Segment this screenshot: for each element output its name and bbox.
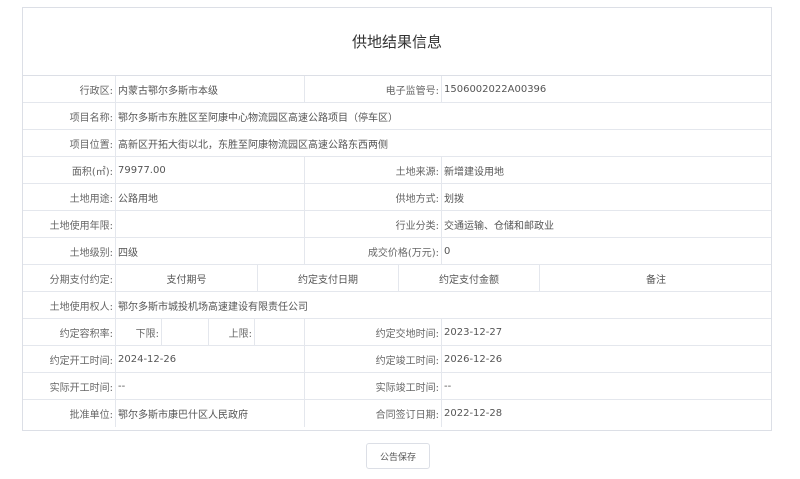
row-district: 行政区: 内蒙古鄂尔多斯市本级 电子监管号: 1506002022A00396 — [23, 76, 771, 103]
handover-label: 约定交地时间: — [375, 328, 439, 340]
approver-value: 鄂尔多斯市康巴什区人民政府 — [118, 410, 248, 421]
area-value: 79977.00 — [118, 164, 166, 176]
deal-price-label: 成交价格(万元): — [367, 247, 439, 259]
row-project-location: 项目位置: 高新区开拓大街以北，东胜至阿康物流园区高速公路东西两侧 — [23, 130, 771, 157]
lower-limit-value — [162, 319, 208, 345]
project-location-value: 高新区开拓大街以北，东胜至阿康物流园区高速公路东西两侧 — [118, 139, 388, 151]
row-use-term: 土地使用年限: 行业分类: 交通运输、仓储和邮政业 — [23, 211, 771, 238]
row-approver: 批准单位: 鄂尔多斯市康巴什区人民政府 合同签订日期: 2022-12-28 — [23, 400, 771, 427]
land-use-value: 公路用地 — [118, 193, 158, 205]
row-land-grade: 土地级别: 四级 成交价格(万元): 0 — [23, 238, 771, 265]
row-land-user: 土地使用权人: 鄂尔多斯市城投机场高速建设有限责任公司 — [23, 292, 771, 319]
project-name-value: 鄂尔多斯市东胜区至阿康中心物流园区高速公路项目（停车区） — [118, 112, 398, 124]
complete-label: 约定竣工时间: — [375, 355, 439, 367]
installment-label: 分期支付约定: — [49, 274, 113, 286]
page-title: 供地结果信息 — [23, 8, 771, 76]
land-grade-value: 四级 — [118, 247, 138, 259]
start-label: 约定开工时间: — [49, 355, 113, 367]
supply-method-label: 供地方式: — [395, 193, 439, 205]
start-value: 2024-12-26 — [118, 353, 177, 365]
area-label: 面积(㎡): — [71, 166, 113, 178]
actual-complete-label: 实际竣工时间: — [375, 382, 439, 394]
supervision-no-label: 电子监管号: — [385, 85, 439, 97]
land-grade-label: 土地级别: — [69, 247, 113, 259]
installment-header-remark: 备注 — [646, 274, 666, 286]
actual-complete-value: -- — [444, 380, 452, 392]
actual-start-value: -- — [118, 380, 126, 392]
supply-method-value: 划拨 — [444, 193, 464, 205]
row-start-date: 约定开工时间: 2024-12-26 约定竣工时间: 2026-12-26 — [23, 346, 771, 373]
row-plot-ratio: 约定容积率: 下限: 上限: 约定交地时间: 2023-12-27 — [23, 319, 771, 346]
installment-header-period: 支付期号 — [166, 274, 207, 286]
land-user-value: 鄂尔多斯市城投机场高速建设有限责任公司 — [118, 301, 308, 313]
plot-ratio-label: 约定容积率: — [59, 328, 113, 340]
actual-start-label: 实际开工时间: — [49, 382, 113, 394]
row-area: 面积(㎡): 79977.00 土地来源: 新增建设用地 — [23, 157, 771, 184]
contract-date-label: 合同签订日期: — [375, 410, 439, 421]
land-use-label: 土地用途: — [69, 193, 113, 205]
complete-value: 2026-12-26 — [444, 353, 503, 365]
installment-header-amount: 约定支付金额 — [439, 274, 499, 286]
supervision-no-value: 1506002022A00396 — [444, 83, 547, 95]
industry-label: 行业分类: — [395, 220, 439, 232]
district-label: 行政区: — [79, 85, 113, 97]
project-name-label: 项目名称: — [69, 112, 113, 124]
row-installment: 分期支付约定: 支付期号 约定支付日期 约定支付金额 备注 — [23, 265, 771, 292]
upper-limit-value — [255, 319, 304, 345]
use-term-value — [116, 211, 304, 237]
row-land-use: 土地用途: 公路用地 供地方式: 划拨 — [23, 184, 771, 211]
deal-price-value: 0 — [444, 245, 451, 257]
land-source-value: 新增建设用地 — [444, 166, 504, 178]
approver-label: 批准单位: — [69, 410, 113, 421]
land-source-label: 土地来源: — [395, 166, 439, 178]
use-term-label: 土地使用年限: — [49, 220, 113, 232]
district-value: 内蒙古鄂尔多斯市本级 — [118, 85, 218, 97]
land-user-label: 土地使用权人: — [49, 301, 113, 313]
result-panel: 供地结果信息 行政区: 内蒙古鄂尔多斯市本级 电子监管号: 1506002022… — [22, 7, 772, 431]
project-location-label: 项目位置: — [69, 139, 113, 151]
contract-date-value: 2022-12-28 — [444, 408, 503, 419]
lower-limit-label: 下限: — [135, 328, 159, 340]
installment-header-date: 约定支付日期 — [298, 274, 358, 286]
save-announcement-button[interactable]: 公告保存 — [366, 443, 430, 469]
handover-value: 2023-12-27 — [444, 326, 503, 338]
upper-limit-label: 上限: — [228, 328, 252, 340]
row-actual-dates: 实际开工时间: -- 实际竣工时间: -- — [23, 373, 771, 400]
row-project-name: 项目名称: 鄂尔多斯市东胜区至阿康中心物流园区高速公路项目（停车区） — [23, 103, 771, 130]
industry-value: 交通运输、仓储和邮政业 — [444, 220, 554, 232]
